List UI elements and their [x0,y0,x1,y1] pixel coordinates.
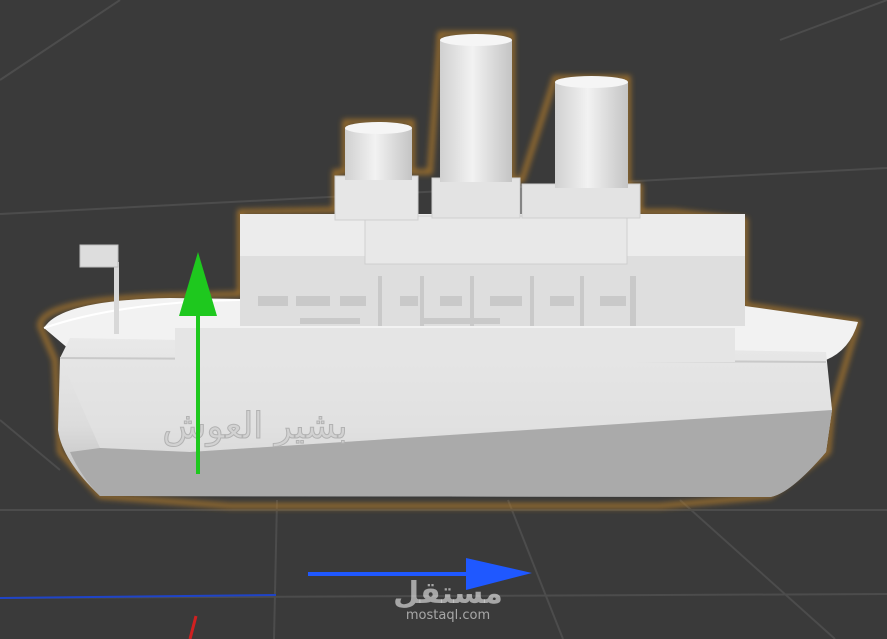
watermark-arabic: مستقل [393,576,503,611]
watermark: مستقل mostaql.com [388,578,508,624]
watermark-latin: mostaql.com [405,608,491,623]
hull-engraved-text: بشير العوش [162,406,347,447]
funnel-right[interactable] [555,76,628,188]
funnel-center[interactable] [440,34,512,182]
viewport-scene[interactable]: بشير العوش [0,0,887,639]
funnel-left[interactable] [345,122,412,180]
red-axis-line [188,615,198,639]
ship-hull[interactable] [43,298,858,497]
3d-viewport[interactable]: بشير العوش مستقل mostaql.com [0,0,887,639]
deck-house[interactable] [175,175,745,362]
y-axis-arrow-icon[interactable] [179,252,217,316]
